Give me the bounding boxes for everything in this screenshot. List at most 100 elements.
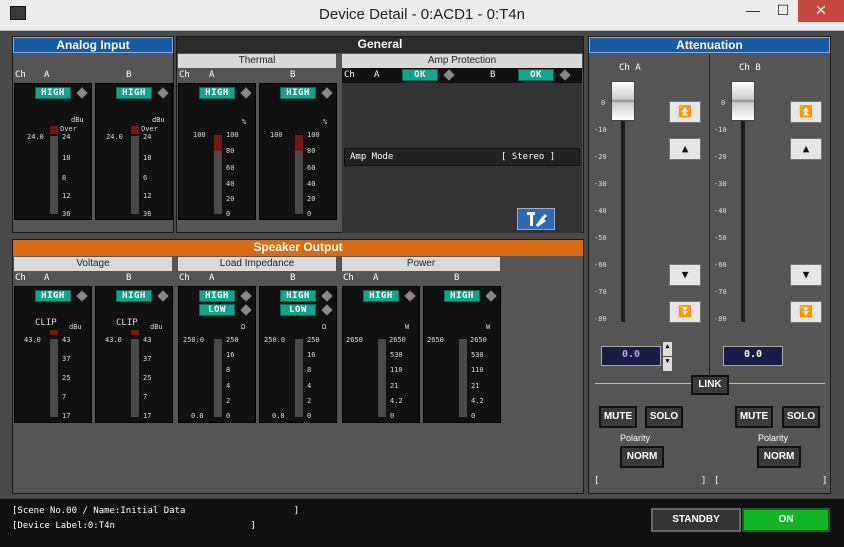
- tick-label: 25: [143, 374, 152, 382]
- tick-label: -80: [594, 315, 607, 323]
- atten-value-a[interactable]: 0.0: [601, 346, 661, 366]
- tick-label: 36: [143, 210, 152, 218]
- low-badge: LOW: [199, 304, 235, 316]
- unit-label: dBu: [69, 323, 82, 331]
- tick-label: 7: [62, 393, 67, 401]
- unit-label: dBu: [152, 116, 165, 124]
- power-meter-a: HIGH W 2650 2650 530 110 21 4.2 0: [342, 286, 420, 423]
- ok-badge-a: OK: [402, 69, 438, 81]
- minimize-button[interactable]: —: [738, 0, 768, 22]
- amp-protection-header: Amp Protection: [342, 54, 582, 68]
- tick-label: 0: [390, 412, 395, 420]
- fast-up-button-b[interactable]: ⏫: [790, 101, 822, 123]
- amp-mode-row: Amp Mode [ Stereo ]: [344, 148, 580, 166]
- fader-handle-b[interactable]: [731, 81, 755, 121]
- solo-button-b[interactable]: SOLO: [782, 406, 820, 428]
- level-bar: [50, 339, 58, 417]
- power-meter-b: HIGH W 2650 2650 530 110 21 4.2 0: [423, 286, 501, 423]
- voltage-header: Voltage: [14, 257, 172, 271]
- level-bar: [214, 339, 222, 417]
- solo-button-a[interactable]: SOLO: [645, 406, 683, 428]
- tick-label: 37: [62, 355, 71, 363]
- amp-protection-area: Ch A OK B OK Amp Mode [ Stereo ]: [342, 68, 582, 233]
- tick-label: 0: [721, 99, 726, 107]
- unit-label: dBu: [71, 116, 84, 124]
- over-label: Over: [60, 125, 77, 133]
- title-bar: Device Detail - 0:ACD1 - 0:T4n — ☐ ✕: [0, 0, 844, 31]
- attenuation-header: Attenuation: [589, 37, 830, 53]
- unit-label: %: [242, 118, 247, 126]
- polarity-norm-button-a[interactable]: NORM: [620, 446, 664, 468]
- tick-label: -80: [714, 315, 727, 323]
- spin-down-icon[interactable]: ▼: [663, 357, 672, 371]
- tick-label: 4.2: [471, 397, 484, 405]
- tick-label: 4: [226, 382, 231, 390]
- down-button-b[interactable]: ▼: [790, 264, 822, 286]
- tick-label: 40: [226, 180, 235, 188]
- indicator-icon: [321, 304, 333, 316]
- tick-label: 530: [471, 351, 484, 359]
- power-header: Power: [342, 257, 500, 271]
- indicator-icon: [76, 87, 88, 99]
- tick-label: 250: [226, 336, 239, 344]
- tick-label: 0: [601, 99, 606, 107]
- ch-label: Ch: [179, 70, 190, 80]
- high-badge: HIGH: [35, 87, 71, 99]
- tick-label: 80: [226, 147, 235, 155]
- level-bar: [214, 151, 222, 214]
- standby-button[interactable]: STANDBY: [651, 508, 741, 532]
- on-button[interactable]: ON: [742, 508, 830, 532]
- close-button[interactable]: ✕: [798, 0, 844, 22]
- tick-label: -70: [594, 288, 607, 296]
- tick-label: 110: [390, 366, 403, 374]
- ch-a-label: A: [209, 273, 215, 283]
- polarity-label-a: Polarity: [620, 433, 651, 443]
- fast-down-button-b[interactable]: ⏬: [790, 301, 822, 323]
- high-badge: HIGH: [116, 87, 152, 99]
- tick-label: -50: [714, 234, 727, 242]
- tick-label: 0: [307, 412, 312, 420]
- mute-button-b[interactable]: MUTE: [735, 406, 773, 428]
- mute-button-a[interactable]: MUTE: [599, 406, 637, 428]
- down-button-a[interactable]: ▼: [669, 264, 701, 286]
- atten-value-b[interactable]: 0.0: [723, 346, 783, 366]
- tick-label: 250: [307, 336, 320, 344]
- spin-up-icon[interactable]: ▲: [663, 342, 672, 356]
- maximize-button[interactable]: ☐: [768, 0, 798, 22]
- tick-label: 43: [143, 336, 152, 344]
- level-bar: [295, 151, 303, 214]
- tick-label: -50: [594, 234, 607, 242]
- level-readout: 2650: [427, 336, 444, 344]
- amp-mode-value[interactable]: [ Stereo ]: [501, 152, 555, 162]
- tick-label: 100: [307, 131, 320, 139]
- analog-meter-b: HIGH dBu Over 24.0 24 18 6 12 36: [95, 83, 173, 220]
- ch-a-label: A: [44, 70, 50, 80]
- tick-label: 0: [307, 210, 312, 218]
- device-label-info: [Device Label:0:T4n ]: [12, 521, 256, 531]
- clip-led: [131, 330, 139, 335]
- fast-up-button-a[interactable]: ⏫: [669, 101, 701, 123]
- analog-input-panel: Analog Input Ch A B HIGH dBu Over 24.0 2…: [12, 36, 174, 233]
- load-meter-b: HIGH LOW Ω 250.0 0.0 250 16 8 4 2 0: [259, 286, 337, 423]
- level-readout: 250.0: [264, 336, 286, 344]
- tick-label: 2: [307, 397, 312, 405]
- polarity-norm-button-b[interactable]: NORM: [757, 446, 801, 468]
- link-button[interactable]: LINK: [691, 375, 729, 395]
- bracket-left-b: [: [714, 476, 720, 486]
- fast-down-button-a[interactable]: ⏬: [669, 301, 701, 323]
- indicator-icon: [240, 290, 252, 302]
- up-button-a[interactable]: ▲: [669, 138, 701, 160]
- fader-track-a: [621, 92, 625, 322]
- tick-label: 17: [62, 412, 71, 420]
- tick-label: 12: [62, 192, 71, 200]
- level-readout: 250.0: [183, 336, 205, 344]
- tick-label: 0: [226, 412, 231, 420]
- tick-label: -20: [714, 153, 727, 161]
- up-button-b[interactable]: ▲: [790, 138, 822, 160]
- fader-handle-a[interactable]: [611, 81, 635, 121]
- low-badge: LOW: [280, 304, 316, 316]
- unit-label: W: [486, 323, 491, 331]
- tick-label: 4.2: [390, 397, 403, 405]
- tick-label: -60: [714, 261, 727, 269]
- tools-button[interactable]: [517, 208, 555, 230]
